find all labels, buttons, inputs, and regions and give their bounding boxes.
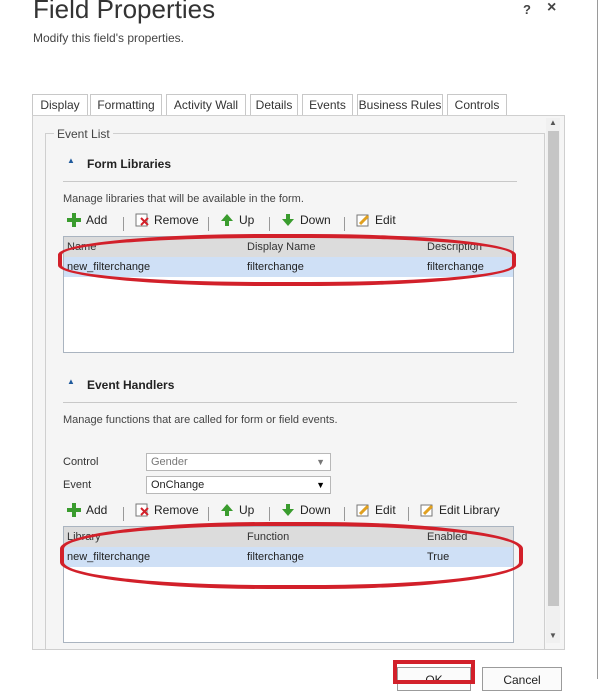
cell-name: new_filterchange (67, 261, 151, 273)
event-handlers-toolbar: Add Remove Up Down Edit Edit Library (63, 503, 514, 525)
chevron-down-icon: ▼ (316, 457, 325, 467)
column-header-library[interactable]: Library (67, 531, 101, 543)
scroll-down-arrow-icon[interactable]: ▼ (549, 631, 557, 640)
column-header-display-name[interactable]: Display Name (247, 241, 315, 253)
up-label: Up (239, 213, 255, 227)
dialog-border (597, 0, 598, 679)
tab-controls[interactable]: Controls (447, 94, 507, 115)
form-libraries-toolbar: Add Remove Up Down Edit (63, 213, 514, 235)
cell-enabled: True (427, 551, 450, 563)
control-select[interactable]: Gender ▼ (146, 453, 331, 471)
edit-label: Edit (375, 213, 396, 227)
toolbar-separator (208, 217, 209, 231)
collapse-event-handlers-icon[interactable]: ▲ (67, 377, 75, 386)
edit-library-icon (420, 503, 434, 517)
edit-handler-button[interactable]: Edit (356, 503, 396, 517)
grid-header: Name Display Name Description (64, 237, 513, 257)
event-list-legend: Event List (54, 127, 113, 141)
tab-details[interactable]: Details (250, 94, 298, 115)
tab-events[interactable]: Events (302, 94, 353, 116)
edit-icon (356, 503, 370, 517)
add-icon (67, 503, 81, 517)
cancel-button[interactable]: Cancel (482, 667, 562, 691)
tab-display[interactable]: Display (32, 94, 88, 115)
toolbar-separator (344, 507, 345, 521)
down-label: Down (300, 503, 331, 517)
edit-library-button[interactable]: Edit (356, 213, 396, 227)
arrow-up-icon (220, 213, 234, 227)
toolbar-separator (269, 507, 270, 521)
column-header-description[interactable]: Description (427, 241, 482, 253)
cell-library: new_filterchange (67, 551, 151, 563)
add-library-button[interactable]: Add (67, 213, 107, 227)
collapse-form-libraries-icon[interactable]: ▲ (67, 156, 75, 165)
form-libraries-description: Manage libraries that will be available … (63, 193, 304, 205)
edit-label: Edit (375, 503, 396, 517)
control-value: Gender (151, 456, 188, 468)
add-label: Add (86, 503, 108, 517)
event-handlers-grid: Library Function Enabled new_filterchang… (63, 526, 514, 643)
scroll-up-arrow-icon[interactable]: ▲ (549, 118, 557, 127)
table-row[interactable]: new_filterchange filterchange True (64, 547, 513, 567)
remove-label: Remove (154, 213, 199, 227)
column-header-function[interactable]: Function (247, 531, 289, 543)
edit-library-button[interactable]: Edit Library (420, 503, 500, 517)
help-button[interactable]: ? (523, 2, 531, 17)
move-up-handler-button[interactable]: Up (220, 503, 254, 517)
event-select[interactable]: OnChange ▼ (146, 476, 331, 494)
close-button[interactable]: × (547, 0, 556, 17)
toolbar-separator (208, 507, 209, 521)
arrow-down-icon (281, 503, 295, 517)
toolbar-separator (123, 507, 124, 521)
down-label: Down (300, 213, 331, 227)
tab-activity-wall[interactable]: Activity Wall (166, 94, 246, 115)
up-label: Up (239, 503, 255, 517)
dialog-title: Field Properties (33, 0, 216, 24)
add-label: Add (86, 213, 108, 227)
remove-label: Remove (154, 503, 199, 517)
move-down-library-button[interactable]: Down (281, 213, 331, 227)
arrow-up-icon (220, 503, 234, 517)
form-libraries-heading: Form Libraries (87, 157, 172, 171)
add-handler-button[interactable]: Add (67, 503, 107, 517)
add-icon (67, 213, 81, 227)
cell-description: filterchange (427, 261, 484, 273)
edit-icon (356, 213, 370, 227)
dialog-subtitle: Modify this field's properties. (33, 31, 185, 45)
toolbar-separator (123, 217, 124, 231)
event-value: OnChange (151, 479, 205, 491)
table-row[interactable]: new_filterchange filterchange filterchan… (64, 257, 513, 277)
move-down-handler-button[interactable]: Down (281, 503, 331, 517)
grid-header: Library Function Enabled (64, 527, 513, 547)
event-handlers-heading: Event Handlers (87, 378, 175, 392)
section-divider (63, 181, 517, 182)
toolbar-separator (344, 217, 345, 231)
remove-handler-button[interactable]: Remove (135, 503, 199, 517)
event-label: Event (63, 479, 92, 491)
tab-formatting[interactable]: Formatting (90, 94, 162, 115)
remove-icon (135, 213, 149, 227)
ok-button[interactable]: OK (397, 667, 471, 691)
remove-icon (135, 503, 149, 517)
section-divider (63, 402, 517, 403)
move-up-library-button[interactable]: Up (220, 213, 254, 227)
arrow-down-icon (281, 213, 295, 227)
tab-business-rules[interactable]: Business Rules (357, 94, 443, 115)
edit-library-label: Edit Library (439, 503, 500, 517)
form-libraries-grid: Name Display Name Description new_filter… (63, 236, 514, 353)
toolbar-separator (269, 217, 270, 231)
scrollbar-thumb[interactable] (548, 131, 559, 606)
toolbar-separator (408, 507, 409, 521)
column-header-enabled[interactable]: Enabled (427, 531, 467, 543)
cell-function: filterchange (247, 551, 304, 563)
chevron-down-icon: ▼ (316, 480, 325, 490)
remove-library-button[interactable]: Remove (135, 213, 199, 227)
control-label: Control (63, 456, 99, 468)
event-handlers-description: Manage functions that are called for for… (63, 414, 338, 426)
cell-display-name: filterchange (247, 261, 304, 273)
column-header-name[interactable]: Name (67, 241, 96, 253)
